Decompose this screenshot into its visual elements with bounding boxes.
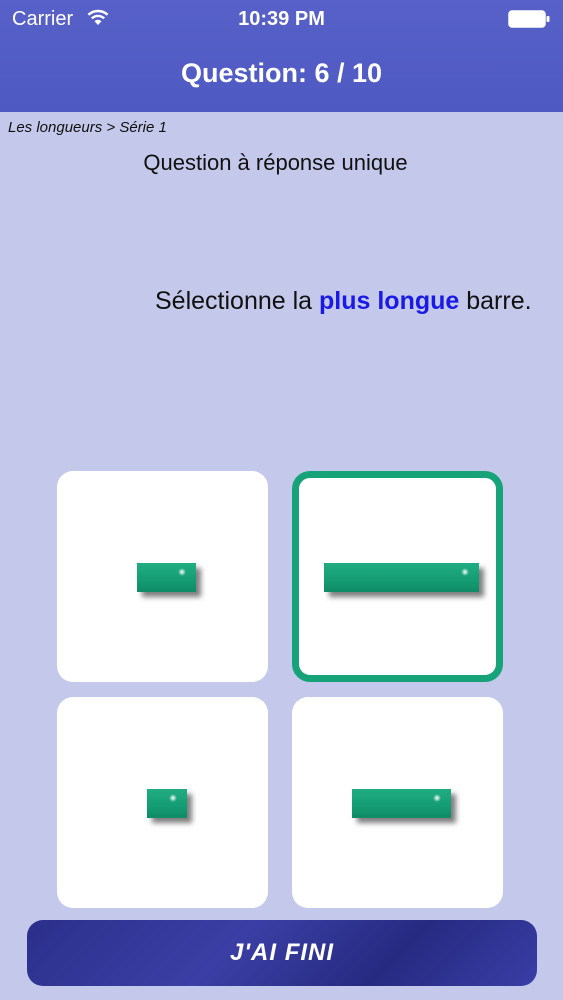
status-time: 10:39 PM	[238, 8, 325, 30]
answer-card-b[interactable]	[292, 471, 503, 682]
breadcrumb: Les longueurs > Série 1	[8, 119, 167, 136]
status-bar: Carrier 10:39 PM	[0, 0, 563, 40]
answer-card-c[interactable]	[57, 697, 268, 908]
finish-button[interactable]: J'AI FINI	[27, 920, 537, 986]
answer-bar	[352, 789, 451, 818]
prompt-text-after: barre.	[459, 287, 532, 315]
answer-card-a[interactable]	[57, 471, 268, 682]
shine-icon	[169, 794, 177, 802]
prompt-highlight: plus longue	[319, 287, 460, 315]
battery-icon	[508, 10, 550, 28]
question-type-label: Question à réponse unique	[143, 150, 408, 175]
navigation-bar: Carrier 10:39 PM Question: 6 / 10	[0, 0, 563, 112]
shine-icon	[461, 568, 469, 576]
answer-card-d[interactable]	[292, 697, 503, 908]
shine-icon	[178, 568, 186, 576]
question-counter-title: Question: 6 / 10	[180, 58, 383, 88]
prompt-text-before: Sélectionne la	[155, 287, 320, 315]
answer-bar	[137, 563, 196, 592]
question-prompt: Sélectionne la plus longue barre.	[155, 284, 535, 318]
shine-icon	[433, 794, 441, 802]
answer-bar	[324, 563, 479, 592]
answer-bar	[147, 789, 187, 818]
